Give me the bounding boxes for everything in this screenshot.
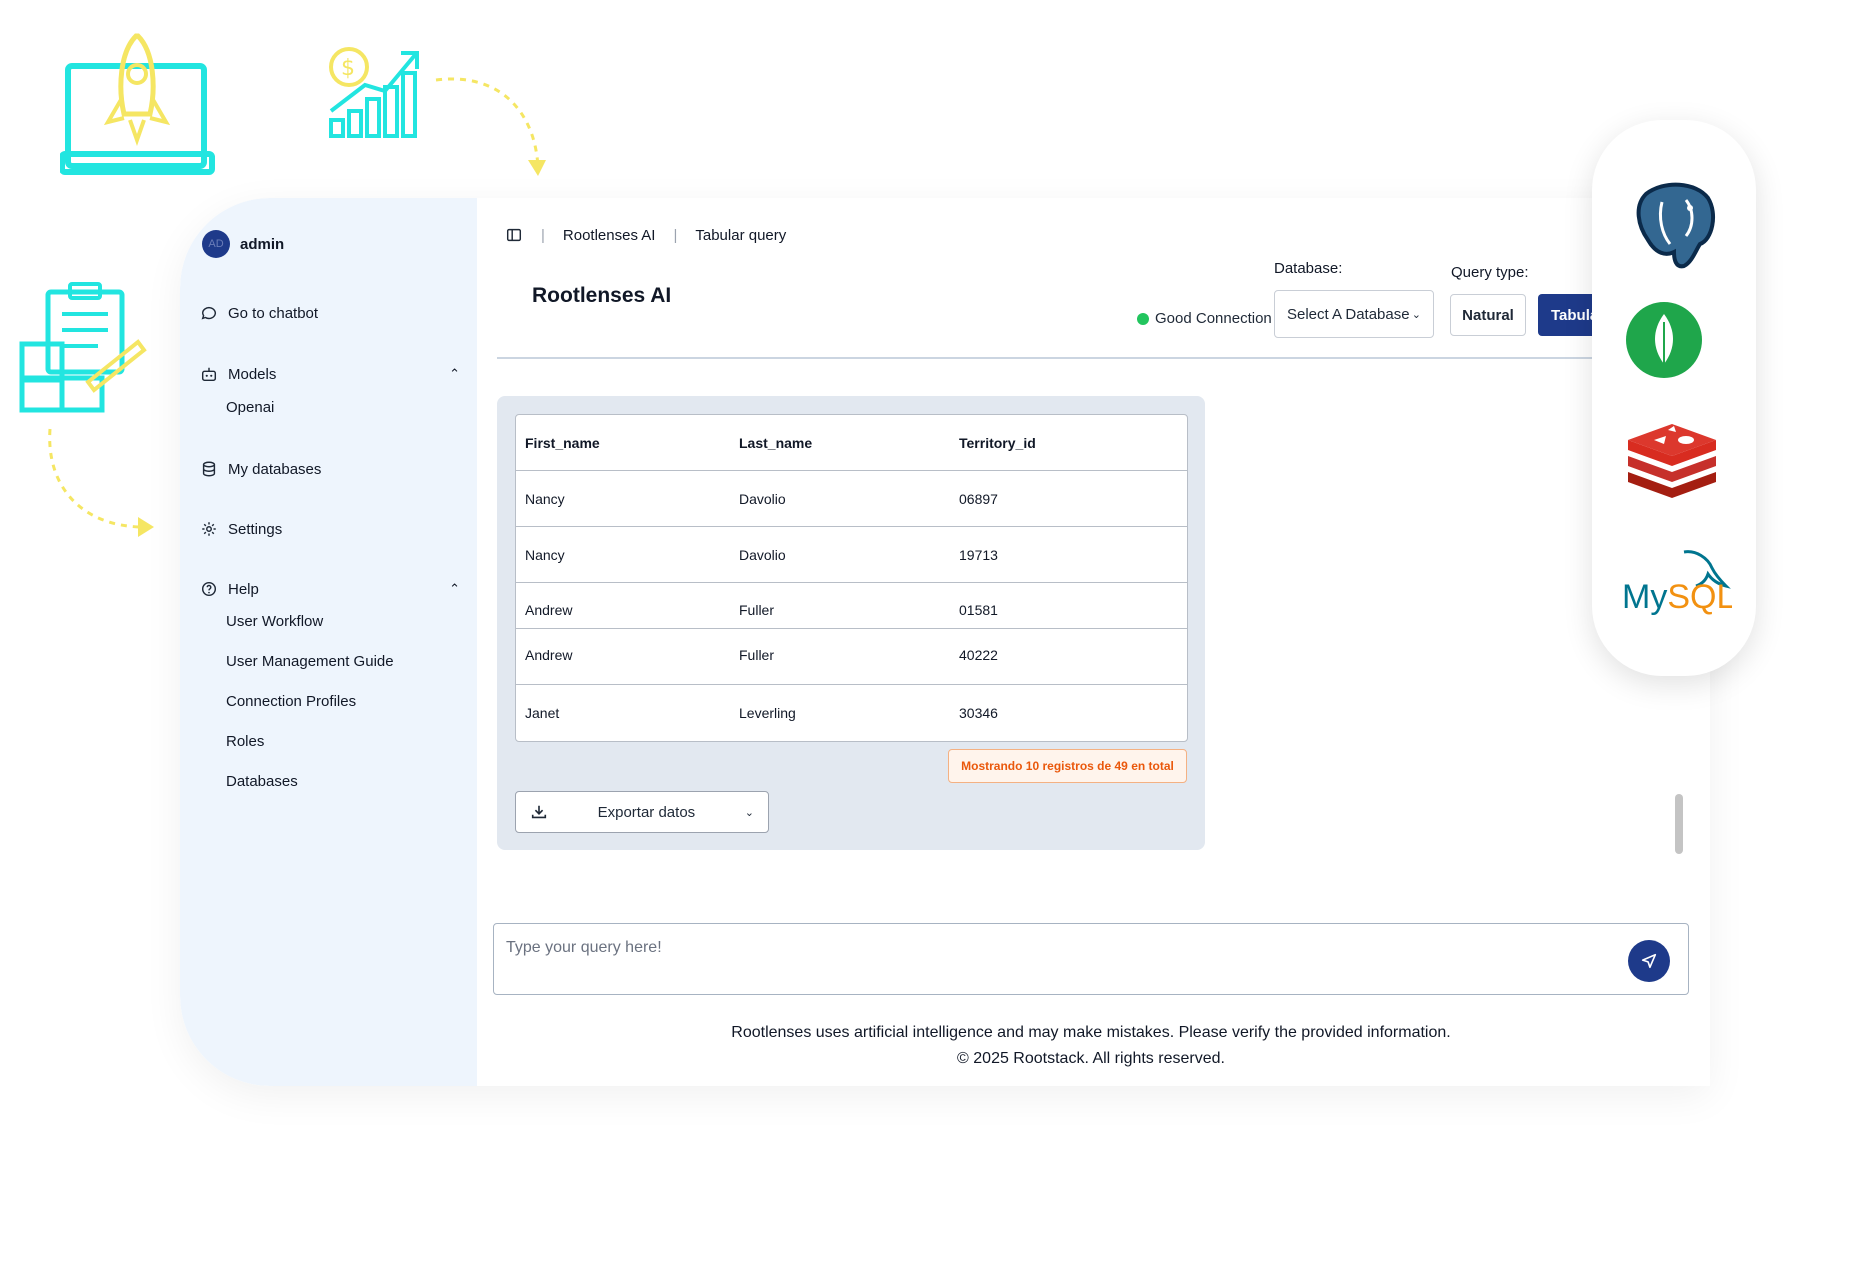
status-dot	[1137, 312, 1149, 325]
records-count-badge: Mostrando 10 registros de 49 en total	[948, 749, 1187, 783]
table-row: Andrew Fuller 40222	[516, 629, 1187, 685]
query-input[interactable]	[504, 934, 1604, 962]
table-cell: Janet	[525, 705, 560, 721]
svg-text:$: $	[341, 56, 355, 81]
table-row: Nancy Davolio 19713	[516, 527, 1187, 583]
footer: Rootlenses uses artificial intelligence …	[493, 1020, 1689, 1072]
table-cell: Fuller	[739, 602, 775, 618]
chat-icon	[201, 306, 216, 320]
table-cell: Andrew	[525, 647, 573, 663]
download-icon	[531, 805, 547, 819]
clipboard-boxes-illustration	[19, 282, 147, 413]
gear-icon	[202, 522, 216, 536]
connection-status: Good Connection	[1137, 310, 1272, 327]
breadcrumb: | Rootlenses AI | Tabular query	[505, 226, 786, 244]
table-cell: Davolio	[739, 546, 786, 563]
laptop-rocket-illustration	[60, 33, 215, 175]
database-select-value: Select A Database	[1287, 305, 1410, 323]
page-title: Rootlenses AI	[532, 284, 672, 307]
robot-icon	[201, 367, 217, 382]
avatar: AD	[202, 230, 230, 258]
export-data-button[interactable]: Exportar datos ⌄	[515, 791, 769, 833]
nav-sub-item-databases[interactable]: Databases	[226, 773, 298, 790]
query-type-label: Query type:	[1451, 264, 1529, 281]
table-cell: 01581	[959, 602, 998, 618]
nav-sub-item-openai[interactable]: Openai	[226, 399, 274, 416]
nav-label: My databases	[228, 460, 322, 478]
nav-my-databases[interactable]: My databases	[200, 460, 460, 478]
mongodb-logo-icon	[1626, 302, 1702, 378]
connection-status-text: Good Connection	[1155, 310, 1272, 327]
export-data-label: Exportar datos	[597, 803, 696, 821]
table-cell: 06897	[959, 490, 998, 507]
dashed-arrow-decoration	[435, 77, 546, 176]
send-button[interactable]	[1628, 940, 1670, 982]
database-icon	[202, 461, 216, 477]
nav-models[interactable]: Models ⌃	[200, 365, 460, 383]
table-cell: Davolio	[739, 490, 786, 507]
table-cell: Nancy	[525, 490, 565, 507]
app-window: AD admin Go to chatbot Models ⌃ Openai M…	[180, 198, 1710, 1086]
table-cell: 30346	[959, 705, 998, 721]
mysql-logo-icon: MySQL	[1622, 550, 1732, 616]
nav-go-to-chatbot[interactable]: Go to chatbot	[200, 304, 460, 322]
breadcrumb-separator: |	[541, 226, 545, 244]
table-cell: 19713	[959, 546, 998, 563]
table-row: Nancy Davolio 06897	[516, 471, 1187, 527]
sidebar: AD admin Go to chatbot Models ⌃ Openai M…	[180, 198, 477, 1086]
header-divider	[497, 357, 1637, 359]
table-row: Janet Leverling 30346	[516, 685, 1187, 741]
query-input-box[interactable]	[493, 923, 1689, 995]
query-type-natural-button[interactable]: Natural	[1450, 294, 1526, 336]
table-cell: 40222	[959, 647, 998, 663]
table-cell: Leverling	[739, 705, 796, 721]
nav-help[interactable]: Help ⌃	[200, 580, 460, 598]
user-name: admin	[240, 235, 285, 253]
database-logos-panel: MySQL	[1592, 120, 1756, 676]
column-header: Last_name	[739, 434, 813, 451]
mysql-logo-text: MySQL	[1622, 578, 1732, 616]
database-select[interactable]: Select A Database ⌄	[1274, 290, 1434, 338]
redis-logo-icon	[1628, 424, 1716, 498]
table-cell: Andrew	[525, 602, 573, 618]
database-label: Database:	[1274, 260, 1343, 277]
scrollbar[interactable]	[1675, 794, 1683, 854]
nav-sub-item-roles[interactable]: Roles	[226, 733, 264, 750]
nav-sub-item-connection-profiles[interactable]: Connection Profiles	[226, 693, 356, 710]
nav-label: Go to chatbot	[228, 304, 319, 322]
postgresql-logo-icon	[1636, 182, 1716, 269]
growth-chart-dollar-illustration: $	[329, 47, 419, 138]
chevron-down-icon: ⌄	[1411, 308, 1421, 321]
nav-sub-item-user-management-guide[interactable]: User Management Guide	[226, 653, 394, 670]
breadcrumb-item[interactable]: Rootlenses AI	[563, 227, 656, 244]
nav-settings[interactable]: Settings	[200, 520, 460, 538]
sidebar-toggle-icon[interactable]	[505, 226, 523, 244]
nav-sub-item-user-workflow[interactable]: User Workflow	[226, 613, 323, 630]
chevron-up-icon[interactable]: ⌃	[449, 581, 460, 597]
breadcrumb-item[interactable]: Tabular query	[695, 227, 786, 244]
footer-copyright: © 2025 Rootstack. All rights reserved.	[957, 1050, 1225, 1067]
table-header-row: First_name Last_name Territory_id	[516, 415, 1187, 471]
help-circle-icon	[201, 581, 217, 597]
column-header: First_name	[525, 434, 600, 451]
nav-label: Help	[228, 580, 259, 598]
nav-label: Settings	[228, 520, 283, 538]
table-row: Andrew Fuller 01581	[516, 583, 1187, 629]
breadcrumb-separator: |	[673, 226, 678, 244]
send-icon	[1641, 953, 1657, 969]
column-header: Territory_id	[959, 434, 1036, 451]
chevron-up-icon[interactable]: ⌃	[449, 366, 460, 382]
result-panel: First_name Last_name Territory_id Nancy …	[497, 396, 1205, 850]
results-table: First_name Last_name Territory_id Nancy …	[515, 414, 1188, 742]
footer-disclaimer: Rootlenses uses artificial intelligence …	[731, 1024, 1451, 1041]
user-profile[interactable]: AD admin	[202, 230, 284, 258]
main-content: | Rootlenses AI | Tabular query Rootlens…	[477, 198, 1710, 1086]
table-cell: Nancy	[525, 546, 565, 563]
nav-label: Models	[228, 365, 277, 383]
chevron-down-icon: ⌄	[744, 806, 754, 819]
dashed-arrow-decoration	[48, 428, 154, 537]
table-cell: Fuller	[739, 647, 775, 663]
